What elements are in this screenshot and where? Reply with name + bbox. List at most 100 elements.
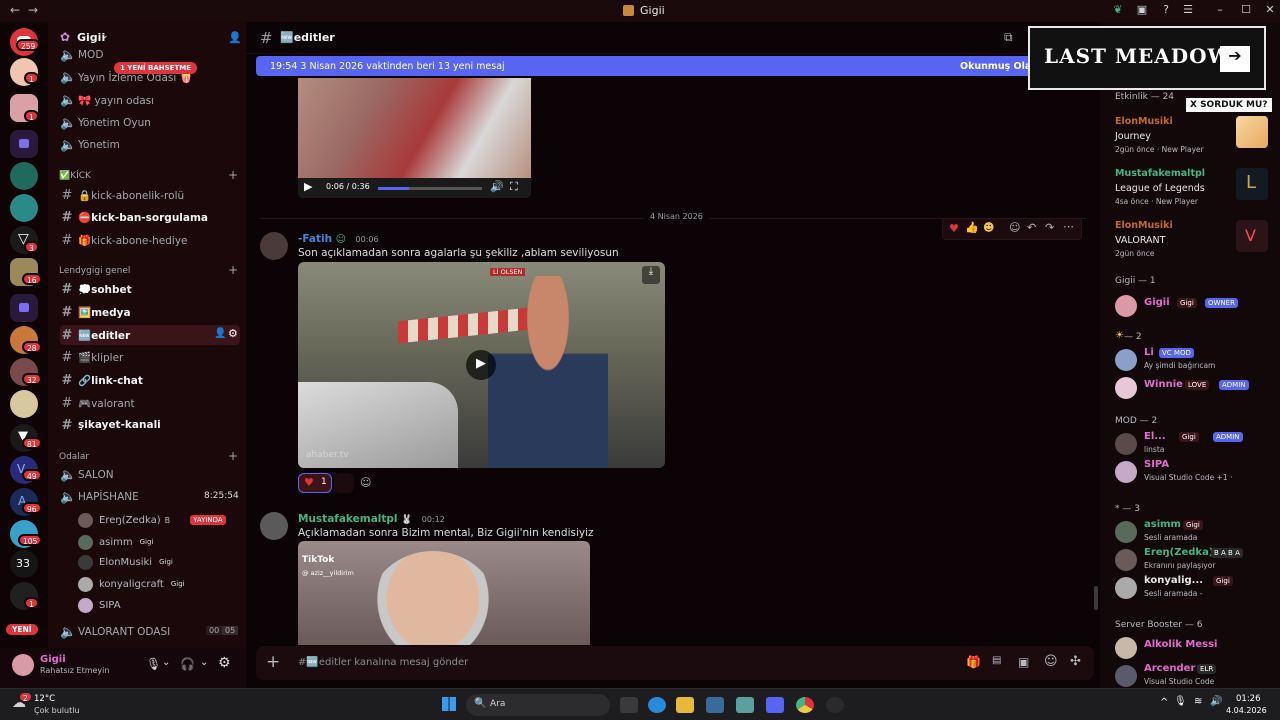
voice-user[interactable]: konyaligcraft Gigi	[78, 574, 188, 594]
volume-icon[interactable]: 🔊	[490, 180, 504, 193]
inbox-icon[interactable]: ▣	[1136, 4, 1148, 16]
channel-medya[interactable]: # 🖼️medya	[60, 302, 240, 322]
activity-card[interactable]: ElonMusiki Journey 2gün önce · New Playe…	[1115, 116, 1275, 160]
gift-icon[interactable]: 🎁	[966, 655, 981, 669]
threads-icon[interactable]: ⧉	[1004, 30, 1013, 45]
chrome-icon[interactable]	[796, 697, 814, 713]
server-icon-33[interactable]: 33	[10, 550, 38, 578]
ad-banner[interactable]: LAST MEADOW ➔	[1028, 26, 1266, 90]
voice-channel-salon[interactable]: 🔈 SALON	[60, 465, 240, 485]
message-composer[interactable]: + #🆕editler kanalına mesaj gönder 🎁 ▤ ▣ …	[256, 646, 1094, 680]
video-progress[interactable]	[378, 187, 482, 190]
add-reaction-icon[interactable]: ☺	[1009, 221, 1020, 234]
channel-yayin-odasi[interactable]: 🔈 🎀 yayın odası	[60, 90, 240, 110]
activity-card[interactable]: Mustafakemaltpl League of Legends 4sa ön…	[1115, 168, 1275, 212]
voice-user[interactable]: SIPA	[78, 595, 121, 615]
heart-reaction-icon[interactable]: ♥	[949, 222, 959, 235]
add-channel-icon[interactable]: +	[228, 263, 238, 277]
message-author[interactable]: -Fatih	[298, 233, 332, 245]
plus-icon[interactable]: +	[266, 652, 280, 672]
member-row[interactable]: SIPA Visual Studio Code +1 ·	[1115, 458, 1275, 484]
message-author[interactable]: Mustafakemaltpl	[298, 513, 398, 525]
reaction-custom[interactable]	[334, 473, 354, 493]
invite-icon[interactable]: 👤	[214, 328, 226, 339]
channel-sikayet[interactable]: # şikayet-kanali	[60, 415, 240, 435]
add-user-icon[interactable]: 👤	[228, 31, 242, 44]
new-messages-bar[interactable]: 19:54 3 Nisan 2026 vaktinden beri 13 yen…	[256, 56, 1086, 76]
reaction-heart[interactable]: ♥ 1	[298, 473, 332, 493]
wifi-icon[interactable]: ≋	[1194, 696, 1202, 707]
play-button[interactable]: ▶	[466, 350, 496, 380]
arrow-right-icon[interactable]: ➔	[1220, 46, 1250, 72]
clock-time[interactable]: 01:26	[1236, 694, 1261, 704]
notes-icon[interactable]: ☰	[1182, 4, 1194, 16]
discord-icon[interactable]	[766, 697, 784, 713]
more-icon[interactable]: ⋯	[1063, 220, 1074, 233]
windows-start-icon[interactable]	[442, 697, 456, 711]
thumbs-up-icon[interactable]: 👍	[965, 221, 979, 234]
emoji-icon[interactable]: ☺	[1044, 654, 1058, 669]
leaf-icon[interactable]: ❦	[1112, 4, 1124, 16]
voice-user[interactable]: ElonMusiki Gigi	[78, 552, 176, 572]
download-icon[interactable]: ⤓	[642, 266, 660, 284]
search-box[interactable]: 🔍 Ara	[466, 694, 610, 716]
category-rooms[interactable]: Odalar	[59, 452, 89, 462]
video-embed[interactable]: ▶ 0:06 / 0:36 🔊 ⛶	[298, 78, 531, 198]
voice-channel-hapishane[interactable]: 🔈 HAPİSHANE 8:25:54	[60, 487, 240, 507]
headphones-icon[interactable]: 🎧	[180, 657, 195, 671]
channel-editler[interactable]: # 🆕editler 👤 ⚙	[60, 325, 240, 345]
play-icon[interactable]: ▶	[304, 180, 312, 193]
add-channel-icon[interactable]: +	[228, 168, 238, 182]
voice-user[interactable]: Ereŋ(Zedka) B YAYINDA	[78, 510, 226, 530]
channel-kick-abonelik[interactable]: # 🔒kick-abonelik-rolü	[60, 185, 240, 205]
channel-link-chat[interactable]: # 🔗link-chat	[60, 370, 240, 390]
back-forward-icons[interactable]: ←→	[10, 3, 46, 17]
smile-icon[interactable]: ☻	[983, 221, 994, 234]
close-icon[interactable]: ✕	[1264, 4, 1276, 16]
add-channel-icon[interactable]: +	[228, 449, 238, 463]
server-icon[interactable]	[10, 390, 38, 418]
voice-channel-valorant[interactable]: 🔈 VALORANT ODASI 00 05	[60, 622, 240, 642]
fullscreen-icon[interactable]: ⛶	[510, 180, 518, 194]
maximize-icon[interactable]: ☐	[1240, 4, 1252, 16]
video-embed[interactable]: TikTok @ aziz__yildirim	[298, 541, 590, 645]
clock-date[interactable]: 4.04.2026	[1226, 706, 1267, 715]
category-general[interactable]: Lendygigi genel	[59, 266, 130, 276]
explorer-icon[interactable]	[676, 697, 694, 713]
help-icon[interactable]: ?	[1160, 4, 1172, 16]
channel-valorant[interactable]: # 🎮valorant	[60, 393, 240, 413]
member-row[interactable]: Arcender ELR Visual Studio Code	[1115, 662, 1275, 688]
volume-icon[interactable]: 🔊	[1210, 696, 1222, 707]
channel-kick-abone-hediye[interactable]: # 🎁kick-abone-hediye	[60, 230, 240, 250]
app-icon[interactable]	[706, 697, 724, 713]
channel-kick-ban[interactable]: # ⛔kick-ban-sorgulama	[60, 207, 240, 227]
channel-klipler[interactable]: # 🎬klipler	[60, 347, 240, 367]
voice-user[interactable]: asimm Gigi	[78, 532, 156, 552]
server-icon[interactable]	[10, 194, 38, 222]
edge-icon[interactable]	[648, 697, 666, 713]
app-icon[interactable]	[736, 697, 754, 713]
mic-icon[interactable]: 🎙	[146, 657, 161, 671]
minimize-icon[interactable]: –	[1214, 4, 1226, 16]
category-kick[interactable]: ✅KİCK	[59, 171, 91, 181]
member-row[interactable]: Winnie LOVE ADMIN	[1115, 374, 1275, 400]
task-view-icon[interactable]	[620, 697, 638, 713]
folder-icon[interactable]	[10, 294, 38, 322]
scrollbar[interactable]	[1094, 586, 1098, 610]
chevron-down-icon[interactable]: ⌄	[162, 657, 170, 668]
sticker-icon[interactable]: ▣	[1018, 655, 1029, 669]
avatar[interactable]	[12, 654, 34, 676]
gear-icon[interactable]: ⚙	[218, 655, 231, 671]
new-servers-pill[interactable]: YENİ	[6, 624, 38, 635]
video-embed[interactable]: Lİ OLSEN ahaber.tv ▶ ⤓	[298, 262, 665, 468]
channel-yonetim[interactable]: 🔈 Yönetim	[60, 135, 240, 155]
folder-icon[interactable]	[10, 130, 38, 158]
avatar[interactable]	[260, 512, 288, 540]
avatar[interactable]	[260, 232, 288, 260]
forward-icon[interactable]: ↷	[1045, 221, 1054, 234]
add-reaction-icon[interactable]: ☺	[360, 476, 371, 489]
server-icon[interactable]	[10, 162, 38, 190]
mic-icon[interactable]: 🎙	[1174, 696, 1187, 707]
reply-icon[interactable]: ↶	[1027, 221, 1036, 234]
apps-icon[interactable]: ✣	[1070, 654, 1081, 669]
